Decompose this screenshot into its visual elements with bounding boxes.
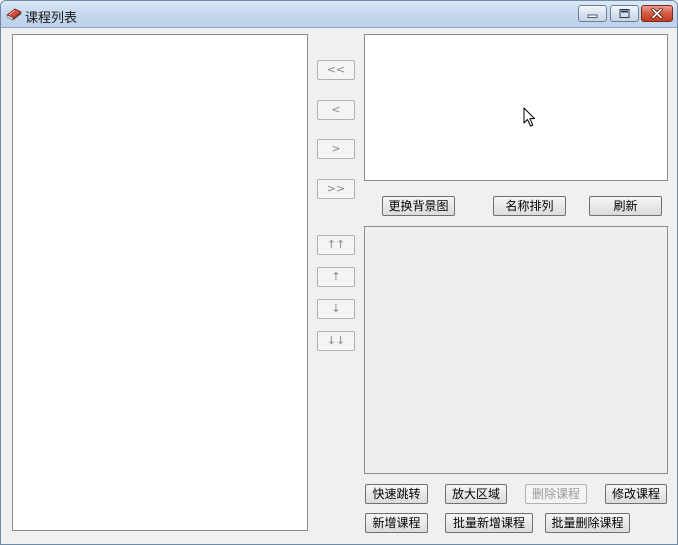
- maximize-button[interactable]: [610, 5, 639, 22]
- first-button[interactable]: <<: [317, 60, 355, 80]
- last-button[interactable]: >>: [317, 179, 355, 199]
- maximize-icon: [619, 9, 630, 18]
- next-button[interactable]: >: [317, 139, 355, 159]
- sort-by-name-button[interactable]: 名称排列: [493, 196, 566, 216]
- mouse-pointer-icon: [523, 107, 535, 127]
- batch-delete-courses-button[interactable]: 批量删除课程: [545, 513, 630, 533]
- zoom-area-button[interactable]: 放大区域: [445, 484, 507, 504]
- book-icon: [6, 6, 22, 22]
- batch-add-courses-button[interactable]: 批量新增课程: [445, 513, 533, 533]
- close-button[interactable]: [641, 5, 673, 22]
- quick-jump-button[interactable]: 快速跳转: [365, 484, 428, 504]
- client-area: << < > >> ↑↑ ↑ ↓ ↓↓ 更换背景图 名称排列 刷新 快速跳转 放…: [1, 28, 677, 544]
- course-list-window: 课程列表 << < > >> ↑↑ ↑ ↓ ↓↓ 更换背景图 名称排列 刷新 快…: [0, 0, 678, 545]
- title-bar[interactable]: 课程列表: [1, 1, 677, 28]
- minimize-icon: [587, 14, 598, 18]
- refresh-button[interactable]: 刷新: [589, 196, 662, 216]
- move-down-button[interactable]: ↓: [317, 299, 355, 319]
- minimize-button[interactable]: [578, 5, 607, 22]
- course-list-panel[interactable]: [12, 34, 308, 531]
- delete-course-button[interactable]: 删除课程: [525, 484, 587, 504]
- window-title: 课程列表: [25, 11, 78, 26]
- close-icon: [651, 7, 663, 20]
- move-to-top-button[interactable]: ↑↑: [317, 235, 355, 255]
- change-background-button[interactable]: 更换背景图: [382, 196, 455, 216]
- previous-button[interactable]: <: [317, 100, 355, 120]
- move-to-bottom-button[interactable]: ↓↓: [317, 331, 355, 351]
- course-detail-panel[interactable]: [364, 226, 668, 474]
- move-up-button[interactable]: ↑: [317, 267, 355, 287]
- add-course-button[interactable]: 新增课程: [365, 513, 428, 533]
- edit-course-button[interactable]: 修改课程: [605, 484, 667, 504]
- preview-panel[interactable]: [364, 34, 668, 181]
